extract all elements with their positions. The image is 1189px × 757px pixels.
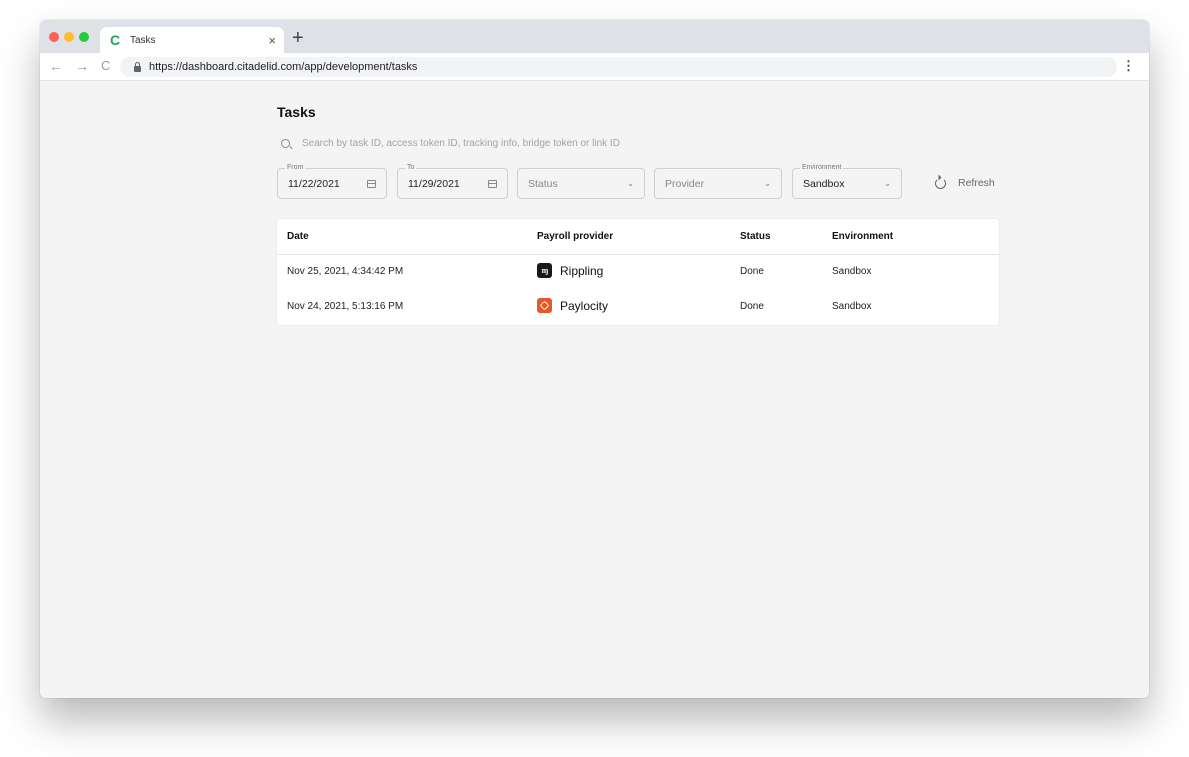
environment-label: Environment — [800, 163, 844, 173]
browser-toolbar: ← → C https://dashboard.citadelid.com/ap… — [40, 53, 1149, 81]
address-bar[interactable]: https://dashboard.citadelid.com/app/deve… — [120, 57, 1117, 77]
to-date-label: To — [405, 163, 417, 173]
lock-icon — [134, 61, 141, 72]
row-date: Nov 25, 2021, 4:34:42 PM — [287, 266, 404, 277]
from-date-label: From — [285, 163, 306, 173]
provider-select[interactable]: Provider ⌄ — [654, 168, 782, 199]
forward-arrow-icon[interactable]: → — [75, 58, 89, 74]
browser-tab[interactable]: C Tasks × — [100, 27, 284, 53]
back-arrow-icon[interactable]: ← — [49, 58, 63, 74]
status-placeholder: Status — [528, 177, 558, 190]
refresh-button[interactable]: Refresh — [935, 176, 995, 190]
paylocity-logo-icon — [537, 298, 552, 313]
tasks-table: Date Payroll provider Status Environment… — [277, 219, 999, 325]
environment-value: Sandbox — [803, 177, 845, 190]
page-title: Tasks — [277, 104, 316, 120]
to-date-value: 11/29/2021 — [408, 177, 460, 190]
browser-window: C Tasks × + ← → C https://dashboard.cita… — [40, 20, 1149, 698]
provider-placeholder: Provider — [665, 177, 705, 190]
provider-name: Paylocity — [560, 298, 609, 313]
row-status: Done — [740, 266, 764, 277]
new-tab-button[interactable]: + — [292, 28, 304, 48]
table-row[interactable]: Nov 25, 2021, 4:34:42 PM ɱ Rippling Done… — [277, 255, 999, 290]
column-header-status[interactable]: Status — [740, 231, 771, 242]
calendar-icon[interactable] — [367, 179, 376, 188]
row-status: Done — [740, 301, 764, 312]
rippling-logo-icon: ɱ — [537, 263, 552, 278]
search-bar — [277, 135, 1000, 151]
chevron-down-icon: ⌄ — [627, 179, 634, 188]
page-content: Tasks From 11/22/2021 To 11/29/2021 Stat… — [40, 81, 1149, 698]
row-provider: ɱ Rippling — [537, 263, 603, 278]
table-row[interactable]: Nov 24, 2021, 5:13:16 PM Paylocity Done … — [277, 290, 999, 325]
row-environment: Sandbox — [832, 266, 872, 277]
row-environment: Sandbox — [832, 301, 872, 312]
provider-name: Rippling — [560, 263, 604, 278]
search-icon — [281, 138, 290, 148]
chevron-down-icon: ⌄ — [764, 179, 771, 188]
from-date-field[interactable]: From 11/22/2021 — [277, 163, 387, 199]
close-window-button[interactable] — [49, 32, 59, 42]
minimize-window-button[interactable] — [64, 32, 74, 42]
to-date-field[interactable]: To 11/29/2021 — [397, 163, 508, 199]
environment-select[interactable]: Environment Sandbox ⌄ — [792, 163, 902, 199]
maximize-window-button[interactable] — [79, 32, 89, 42]
refresh-label: Refresh — [958, 177, 995, 189]
row-date: Nov 24, 2021, 5:13:16 PM — [287, 301, 404, 312]
column-header-date[interactable]: Date — [287, 231, 309, 242]
from-date-value: 11/22/2021 — [288, 177, 340, 190]
search-input[interactable] — [302, 137, 962, 149]
browser-menu-icon[interactable]: ⋮ — [1122, 59, 1135, 73]
close-tab-icon[interactable]: × — [268, 33, 276, 48]
column-header-environment[interactable]: Environment — [832, 231, 893, 242]
citadel-favicon-icon: C — [110, 32, 121, 48]
url-text: https://dashboard.citadelid.com/app/deve… — [149, 61, 418, 73]
row-provider: Paylocity — [537, 298, 608, 313]
chevron-down-icon: ⌄ — [884, 179, 891, 188]
column-header-payroll-provider[interactable]: Payroll provider — [537, 231, 613, 242]
tab-title: Tasks — [130, 34, 156, 46]
tab-strip: C Tasks × + — [40, 20, 1149, 53]
calendar-icon[interactable] — [488, 179, 497, 188]
reload-icon[interactable]: C — [101, 58, 110, 74]
table-header: Date Payroll provider Status Environment — [277, 219, 999, 255]
refresh-icon — [935, 177, 946, 189]
status-select[interactable]: Status ⌄ — [517, 168, 645, 199]
